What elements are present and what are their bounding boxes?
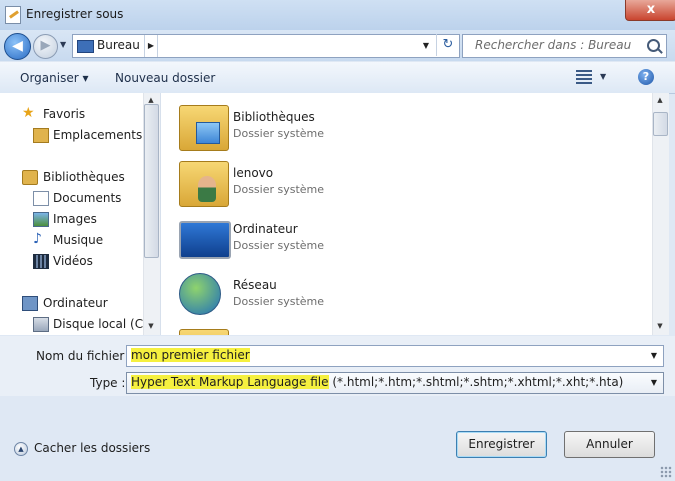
close-button[interactable]: x bbox=[625, 0, 675, 21]
computer-icon bbox=[179, 221, 231, 259]
help-icon[interactable]: ? bbox=[638, 69, 654, 85]
file-type: Dossier système bbox=[233, 295, 325, 308]
sidebar-item-bibliotheques[interactable]: Bibliothèques bbox=[43, 170, 125, 184]
recent-locations-dropdown[interactable]: ▼ bbox=[60, 40, 66, 49]
search-icon[interactable] bbox=[647, 39, 660, 52]
filename-dropdown-icon[interactable]: ▼ bbox=[645, 346, 663, 366]
filename-label: Nom du fichier : bbox=[36, 349, 133, 363]
file-name: Bibliothèques bbox=[233, 110, 315, 124]
views-dropdown[interactable]: ▼ bbox=[600, 72, 606, 81]
file-type-dropdown-icon[interactable]: ▼ bbox=[645, 373, 663, 393]
new-folder-button[interactable]: Nouveau dossier bbox=[115, 71, 215, 85]
organize-menu[interactable]: Organiser ▾ bbox=[20, 71, 88, 85]
navigation-pane: ★ Favoris Emplacements ré Bibliothèques … bbox=[0, 93, 161, 335]
list-item[interactable]: Bibliothèques Dossier système bbox=[179, 101, 599, 153]
file-name: lenovo bbox=[233, 166, 274, 180]
local-disk-icon bbox=[33, 317, 49, 332]
file-type-extensions: (*.html;*.htm;*.shtml;*.shtm;*.xhtml;*.x… bbox=[328, 375, 624, 389]
cancel-button[interactable]: Annuler bbox=[564, 431, 655, 458]
filename-field[interactable]: mon premier fichier ▼ bbox=[126, 345, 664, 367]
views-icon[interactable] bbox=[576, 70, 592, 84]
file-list-scroll-thumb[interactable] bbox=[653, 112, 668, 136]
folder-icon bbox=[179, 329, 229, 335]
file-type-select[interactable]: Hyper Text Markup Language file (*.html;… bbox=[126, 372, 664, 394]
toolbar: Organiser ▾ Nouveau dossier ▼ ? bbox=[0, 62, 675, 94]
search-input[interactable]: Rechercher dans : Bureau bbox=[462, 34, 667, 58]
chevron-up-icon[interactable]: ▲ bbox=[14, 442, 28, 456]
sidebar-item-videos[interactable]: Vidéos bbox=[53, 254, 93, 268]
file-type-value[interactable]: Hyper Text Markup Language file (*.html;… bbox=[131, 375, 623, 389]
sidebar-item-disque[interactable]: Disque local (C:) bbox=[53, 317, 152, 331]
navigation-scroll-thumb[interactable] bbox=[144, 104, 159, 258]
recent-places-icon bbox=[33, 128, 49, 143]
videos-icon bbox=[33, 254, 49, 269]
file-type: Dossier système bbox=[233, 239, 325, 252]
sidebar-item-ordinateur[interactable]: Ordinateur bbox=[43, 296, 108, 310]
list-item[interactable]: Ordinateur Dossier système bbox=[179, 213, 599, 265]
file-type: Dossier système bbox=[233, 127, 325, 140]
file-list: Bibliothèques Dossier système lenovo Dos… bbox=[161, 93, 652, 335]
sidebar-item-favoris[interactable]: Favoris bbox=[43, 107, 85, 121]
scroll-up-arrow-icon[interactable]: ▲ bbox=[144, 96, 158, 104]
save-dialog-icon bbox=[5, 6, 21, 24]
search-placeholder: Rechercher dans : Bureau bbox=[475, 38, 632, 52]
desktop-icon bbox=[77, 40, 94, 53]
list-item[interactable]: lenovo Dossier système bbox=[179, 157, 599, 209]
file-name: Ordinateur bbox=[233, 222, 298, 236]
filename-value[interactable]: mon premier fichier bbox=[131, 348, 250, 362]
hide-folders-button[interactable]: Cacher les dossiers bbox=[34, 441, 150, 455]
computer-icon bbox=[22, 296, 38, 311]
scroll-down-arrow-icon[interactable]: ▼ bbox=[653, 322, 667, 330]
sidebar-item-images[interactable]: Images bbox=[53, 212, 97, 226]
file-type-name: Hyper Text Markup Language file bbox=[131, 375, 329, 389]
file-type: Dossier système bbox=[233, 183, 325, 196]
address-dropdown-icon[interactable]: ▼ bbox=[415, 35, 437, 57]
library-icon bbox=[179, 105, 229, 151]
save-button[interactable]: Enregistrer bbox=[456, 431, 547, 458]
refresh-button[interactable]: ↻ bbox=[436, 34, 459, 56]
list-item[interactable] bbox=[179, 325, 599, 335]
list-item[interactable]: Réseau Dossier système bbox=[179, 269, 599, 321]
scroll-down-arrow-icon[interactable]: ▼ bbox=[144, 322, 158, 330]
address-bar[interactable]: Bureau ▶ ▼ bbox=[72, 34, 460, 58]
sidebar-item-documents[interactable]: Documents bbox=[53, 191, 121, 205]
breadcrumb-chevron[interactable]: ▶ bbox=[144, 35, 158, 57]
music-icon: ♪ bbox=[33, 231, 42, 247]
file-name: Réseau bbox=[233, 278, 277, 292]
resize-grip-icon[interactable] bbox=[660, 466, 672, 478]
network-icon bbox=[179, 273, 221, 315]
forward-button[interactable]: ▶ bbox=[33, 34, 58, 59]
user-folder-icon bbox=[179, 161, 229, 207]
sidebar-item-musique[interactable]: Musique bbox=[53, 233, 103, 247]
back-button[interactable]: ◀ bbox=[4, 33, 31, 60]
star-icon: ★ bbox=[22, 105, 35, 121]
title-bar: Enregistrer sous x bbox=[0, 0, 675, 30]
address-location[interactable]: Bureau bbox=[97, 38, 140, 52]
type-label: Type : bbox=[90, 376, 126, 390]
pictures-icon bbox=[33, 212, 49, 227]
library-icon bbox=[22, 170, 38, 185]
scroll-up-arrow-icon[interactable]: ▲ bbox=[653, 96, 667, 104]
window-title: Enregistrer sous bbox=[26, 7, 124, 21]
documents-icon bbox=[33, 191, 49, 206]
